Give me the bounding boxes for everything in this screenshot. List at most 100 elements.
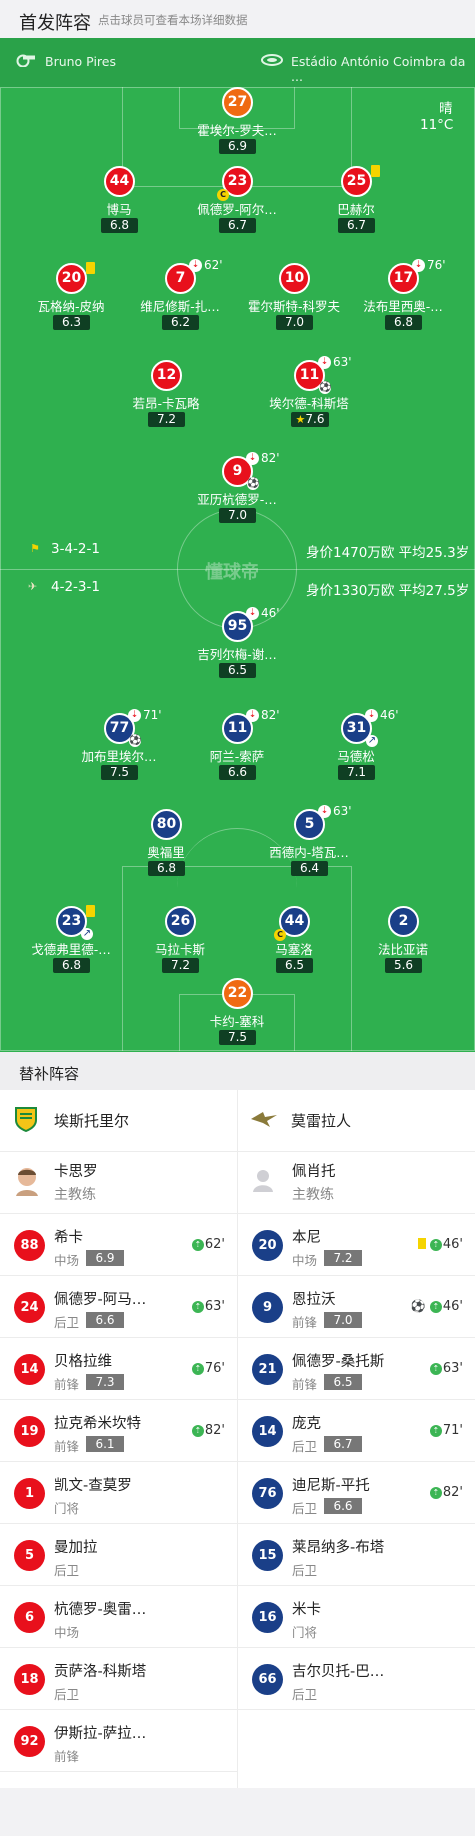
player-rating: 6.7 [338, 218, 375, 233]
away-coach[interactable]: 佩肖托 主教练 [238, 1152, 475, 1213]
home-team-name: 埃斯托里尔 [54, 1112, 130, 1130]
bench-away-14[interactable]: 14 庞克 后卫 6.7 ⇡ 71' [238, 1400, 475, 1462]
goal-ball-icon: ⚽ [410, 1299, 426, 1313]
shirt-number: 80 [151, 809, 182, 840]
sub-out-time: 46' [261, 606, 280, 620]
player-away-95[interactable]: 95 ⇣ 46' 吉列尔梅-谢… 6.5 [162, 606, 312, 691]
shirt-number: 1 [14, 1478, 45, 1509]
player-home-25[interactable]: 25 巴赫尔 6.7 [281, 165, 431, 246]
player-rating: 6.1 [86, 1436, 124, 1452]
player-rating: 6.3 [53, 315, 90, 330]
player-name: 迪尼斯-平托 [292, 1478, 370, 1494]
player-rating: 6.4 [291, 861, 328, 876]
sub-out-time: 76' [427, 258, 446, 272]
sub-status: ⇡ 63' [429, 1361, 463, 1376]
player-rating: 6.6 [86, 1312, 124, 1328]
player-rating: 7.0 [276, 315, 313, 330]
referee-name: Bruno Pires [45, 54, 116, 69]
stadium-icon [261, 54, 283, 66]
bench-away-21[interactable]: 21 佩德罗-桑托斯 前锋 6.5 ⇡ 63' [238, 1338, 475, 1400]
player-home-27[interactable]: 27 霍埃尔-罗夫… 6.9 [162, 87, 312, 167]
away-team-logo-icon [251, 1112, 277, 1127]
player-away-22[interactable]: 22 卡约-塞科 7.5 [162, 978, 312, 1052]
sub-out-icon: ⇣ [189, 259, 202, 272]
player-rating: 6.8 [385, 315, 422, 330]
player-name: 奥福里 [147, 845, 185, 860]
shirt-number: 6 [14, 1602, 45, 1633]
coach-name: 卡思罗 [54, 1164, 98, 1180]
shirt-number: 20 [252, 1230, 283, 1261]
sub-in-time: 46' [442, 1237, 463, 1252]
shirt-number: 12 [151, 360, 182, 391]
player-position: 后卫 [54, 1563, 80, 1578]
bench-away-66[interactable]: 66 吉尔贝托-巴… 后卫 [238, 1648, 475, 1710]
player-name: 佩德罗-桑托斯 [292, 1354, 385, 1370]
yellow-card-icon [86, 262, 95, 274]
bench-away-20[interactable]: 20 本尼 中场 7.2 ⇡ 46' [238, 1214, 475, 1276]
player-name: 拉克希米坎特 [54, 1416, 141, 1432]
shirt-number: 22 [222, 978, 253, 1009]
bench-home-14[interactable]: 14 贝格拉维 前锋 7.3 ⇡ 76' [0, 1338, 237, 1400]
sub-status: ⇡ 76' [191, 1361, 225, 1376]
player-position: 后卫 [54, 1315, 80, 1330]
bench-home-92[interactable]: 92 伊斯拉-萨拉… 前锋 [0, 1710, 237, 1772]
player-away-80[interactable]: 80 奥福里 6.8 [91, 809, 241, 889]
shirt-number: 92 [14, 1726, 45, 1757]
sub-out-icon: ⇣ [246, 607, 259, 620]
sub-in-time: 62' [204, 1237, 225, 1252]
player-position: 前锋 [292, 1315, 318, 1330]
bench-title: 替补阵容 [19, 1065, 80, 1083]
away-formation-icon: ✈ [28, 580, 38, 593]
sub-out-time: 82' [261, 451, 280, 465]
bench-away-15[interactable]: 15 莱昂纳多-布塔 后卫 [238, 1524, 475, 1586]
sub-in-icon: ⇡ [429, 1363, 442, 1375]
shirt-number: 44 [104, 166, 135, 197]
player-home-17[interactable]: 17 ⇣ 76' 法布里西奥-… 6.8 [328, 258, 475, 343]
player-name: 法布里西奥-… [363, 299, 443, 314]
yellow-card-icon [86, 905, 95, 917]
player-rating: 5.6 [385, 958, 422, 973]
rating-value: 7.6 [305, 412, 325, 426]
player-home-12[interactable]: 12 若昂-卡瓦略 7.2 [91, 360, 241, 440]
shirt-number: 14 [252, 1416, 283, 1447]
sub-in-icon: ⇡ [191, 1425, 204, 1437]
player-away-5[interactable]: 5 ⇣ 63' 西德内-塔瓦… 6.4 [234, 804, 384, 889]
bench-away-9[interactable]: 9 恩拉沃 前锋 7.0 ⚽ ⇡ 46' [238, 1276, 475, 1338]
bench-away-76[interactable]: 76 迪尼斯-平托 后卫 6.6 ⇡ 82' [238, 1462, 475, 1524]
bench-home-19[interactable]: 19 拉克希米坎特 前锋 6.1 ⇡ 82' [0, 1400, 237, 1462]
bench-header: 替补阵容 [0, 1052, 475, 1090]
home-coach[interactable]: 卡思罗 主教练 [0, 1152, 237, 1213]
player-rating: 6.8 [53, 958, 90, 973]
player-home-9[interactable]: 9 ⇣ 82' ⚽ 亚历杭德罗-… 7.0 [162, 451, 312, 536]
bench-away-16[interactable]: 16 米卡 门将 [238, 1586, 475, 1648]
away-formation: 4-2-3-1 [51, 579, 100, 595]
sub-in-time: 82' [204, 1423, 225, 1438]
sub-out-icon: ⇣ [128, 709, 141, 722]
bench-home-18[interactable]: 18 贡萨洛-科斯塔 后卫 [0, 1648, 237, 1710]
player-rating: 6.5 [219, 663, 256, 678]
bench-home-1[interactable]: 1 凯文-查莫罗 门将 [0, 1462, 237, 1524]
bench-home-6[interactable]: 6 杭德罗-奥雷… 中场 [0, 1586, 237, 1648]
player-position: 后卫 [292, 1501, 318, 1516]
lineup-header: 首发阵容 点击球员可查看本场详细数据 [0, 0, 475, 38]
player-position: 前锋 [54, 1377, 80, 1392]
sub-status: ⇡ 46' [417, 1237, 463, 1252]
sub-out-icon: ⇣ [246, 709, 259, 722]
player-rating: 6.6 [219, 765, 256, 780]
stadium-name: Estádio António Coimbra da ... [291, 54, 466, 84]
player-away-2[interactable]: 2 法比亚诺 5.6 [328, 906, 475, 986]
sub-in-icon: ⇡ [429, 1301, 442, 1313]
shirt-number: 5 [14, 1540, 45, 1571]
bench-home-24[interactable]: 24 佩德罗-阿马… 后卫 6.6 ⇡ 63' [0, 1276, 237, 1338]
sub-in-time: 63' [204, 1299, 225, 1314]
player-name: 亚历杭德罗-… [197, 492, 277, 507]
player-name: 杭德罗-奥雷… [54, 1602, 147, 1618]
bench-home-5[interactable]: 5 曼加拉 后卫 [0, 1524, 237, 1586]
player-home-11[interactable]: 11 ⇣ 63' ⚽ 埃尔德-科斯塔 ★7.6 [234, 355, 384, 440]
player-position: 前锋 [54, 1439, 80, 1454]
sub-status: ⇡ 82' [191, 1423, 225, 1438]
player-name: 米卡 [292, 1602, 321, 1618]
player-name: 若昂-卡瓦略 [132, 396, 200, 411]
player-away-31[interactable]: 31 ⇣ 46' ↗ 马德松 7.1 [281, 708, 431, 793]
bench-home-88[interactable]: 88 希卡 中场 6.9 ⇡ 62' [0, 1214, 237, 1276]
